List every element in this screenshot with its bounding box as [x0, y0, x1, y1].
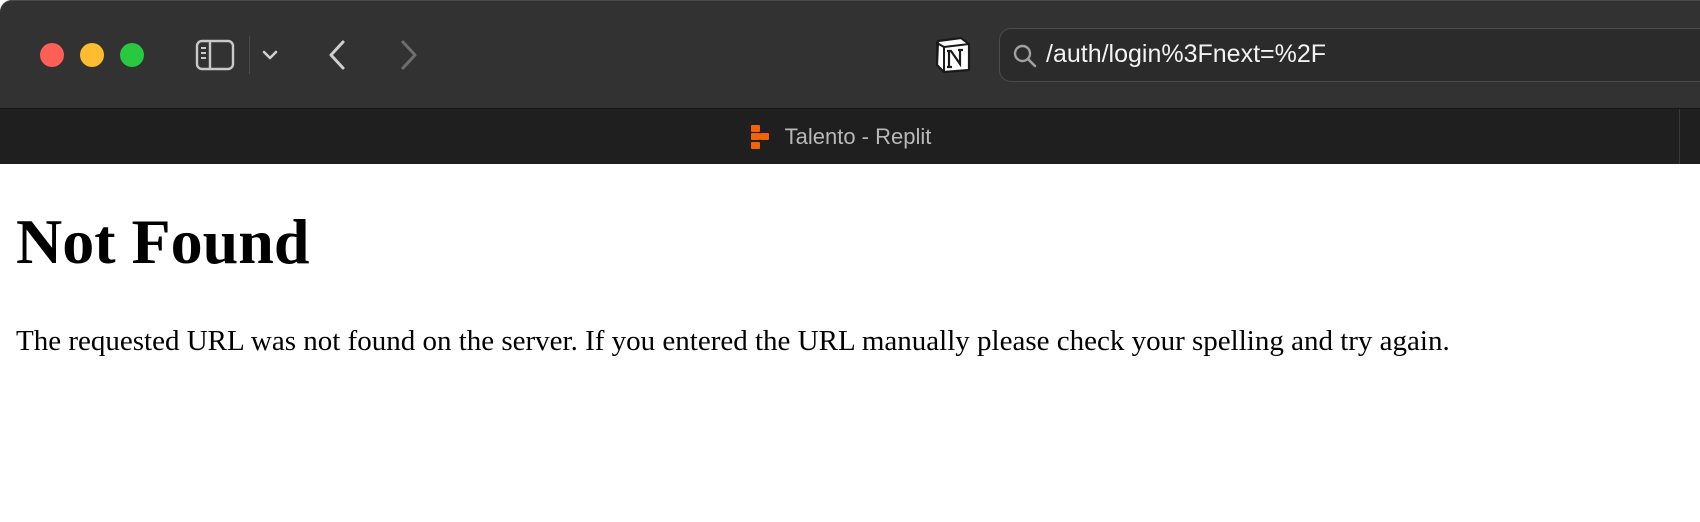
- minimize-window-button[interactable]: [80, 43, 104, 67]
- magnifier-icon: [1013, 44, 1037, 68]
- chevron-down-icon: [262, 50, 278, 60]
- notion-icon: [935, 36, 971, 74]
- toolbar-divider: [249, 36, 250, 74]
- address-bar[interactable]: /auth/login%3Fnext=%2F: [999, 28, 1700, 82]
- close-window-button[interactable]: [40, 43, 64, 67]
- active-tab[interactable]: Talento - Replit: [0, 109, 1680, 164]
- tab-overview-button[interactable]: [258, 40, 282, 70]
- maximize-window-button[interactable]: [120, 43, 144, 67]
- forward-button[interactable]: [394, 36, 424, 74]
- browser-toolbar: /auth/login%3Fnext=%2F: [0, 0, 1700, 109]
- back-button[interactable]: [322, 36, 352, 74]
- tab-title: Talento - Replit: [784, 123, 932, 149]
- replit-icon: [750, 124, 769, 149]
- url-text[interactable]: /auth/login%3Fnext=%2F: [1046, 40, 1326, 69]
- tab-bar: Talento - Replit: [0, 109, 1700, 164]
- notion-extension-button[interactable]: [932, 34, 974, 76]
- tab-divider: [1679, 109, 1680, 164]
- sidebar-icon: [195, 39, 235, 71]
- sidebar-toggle-button[interactable]: [194, 38, 236, 72]
- page-heading: Not Found: [16, 206, 310, 277]
- chevron-left-icon: [329, 40, 345, 70]
- error-message: The requested URL was not found on the s…: [16, 325, 1450, 357]
- browser-window: /auth/login%3Fnext=%2F Talento - Replit …: [0, 0, 1700, 522]
- chevron-right-icon: [401, 40, 417, 70]
- page-content: Not Found The requested URL was not foun…: [0, 164, 1700, 522]
